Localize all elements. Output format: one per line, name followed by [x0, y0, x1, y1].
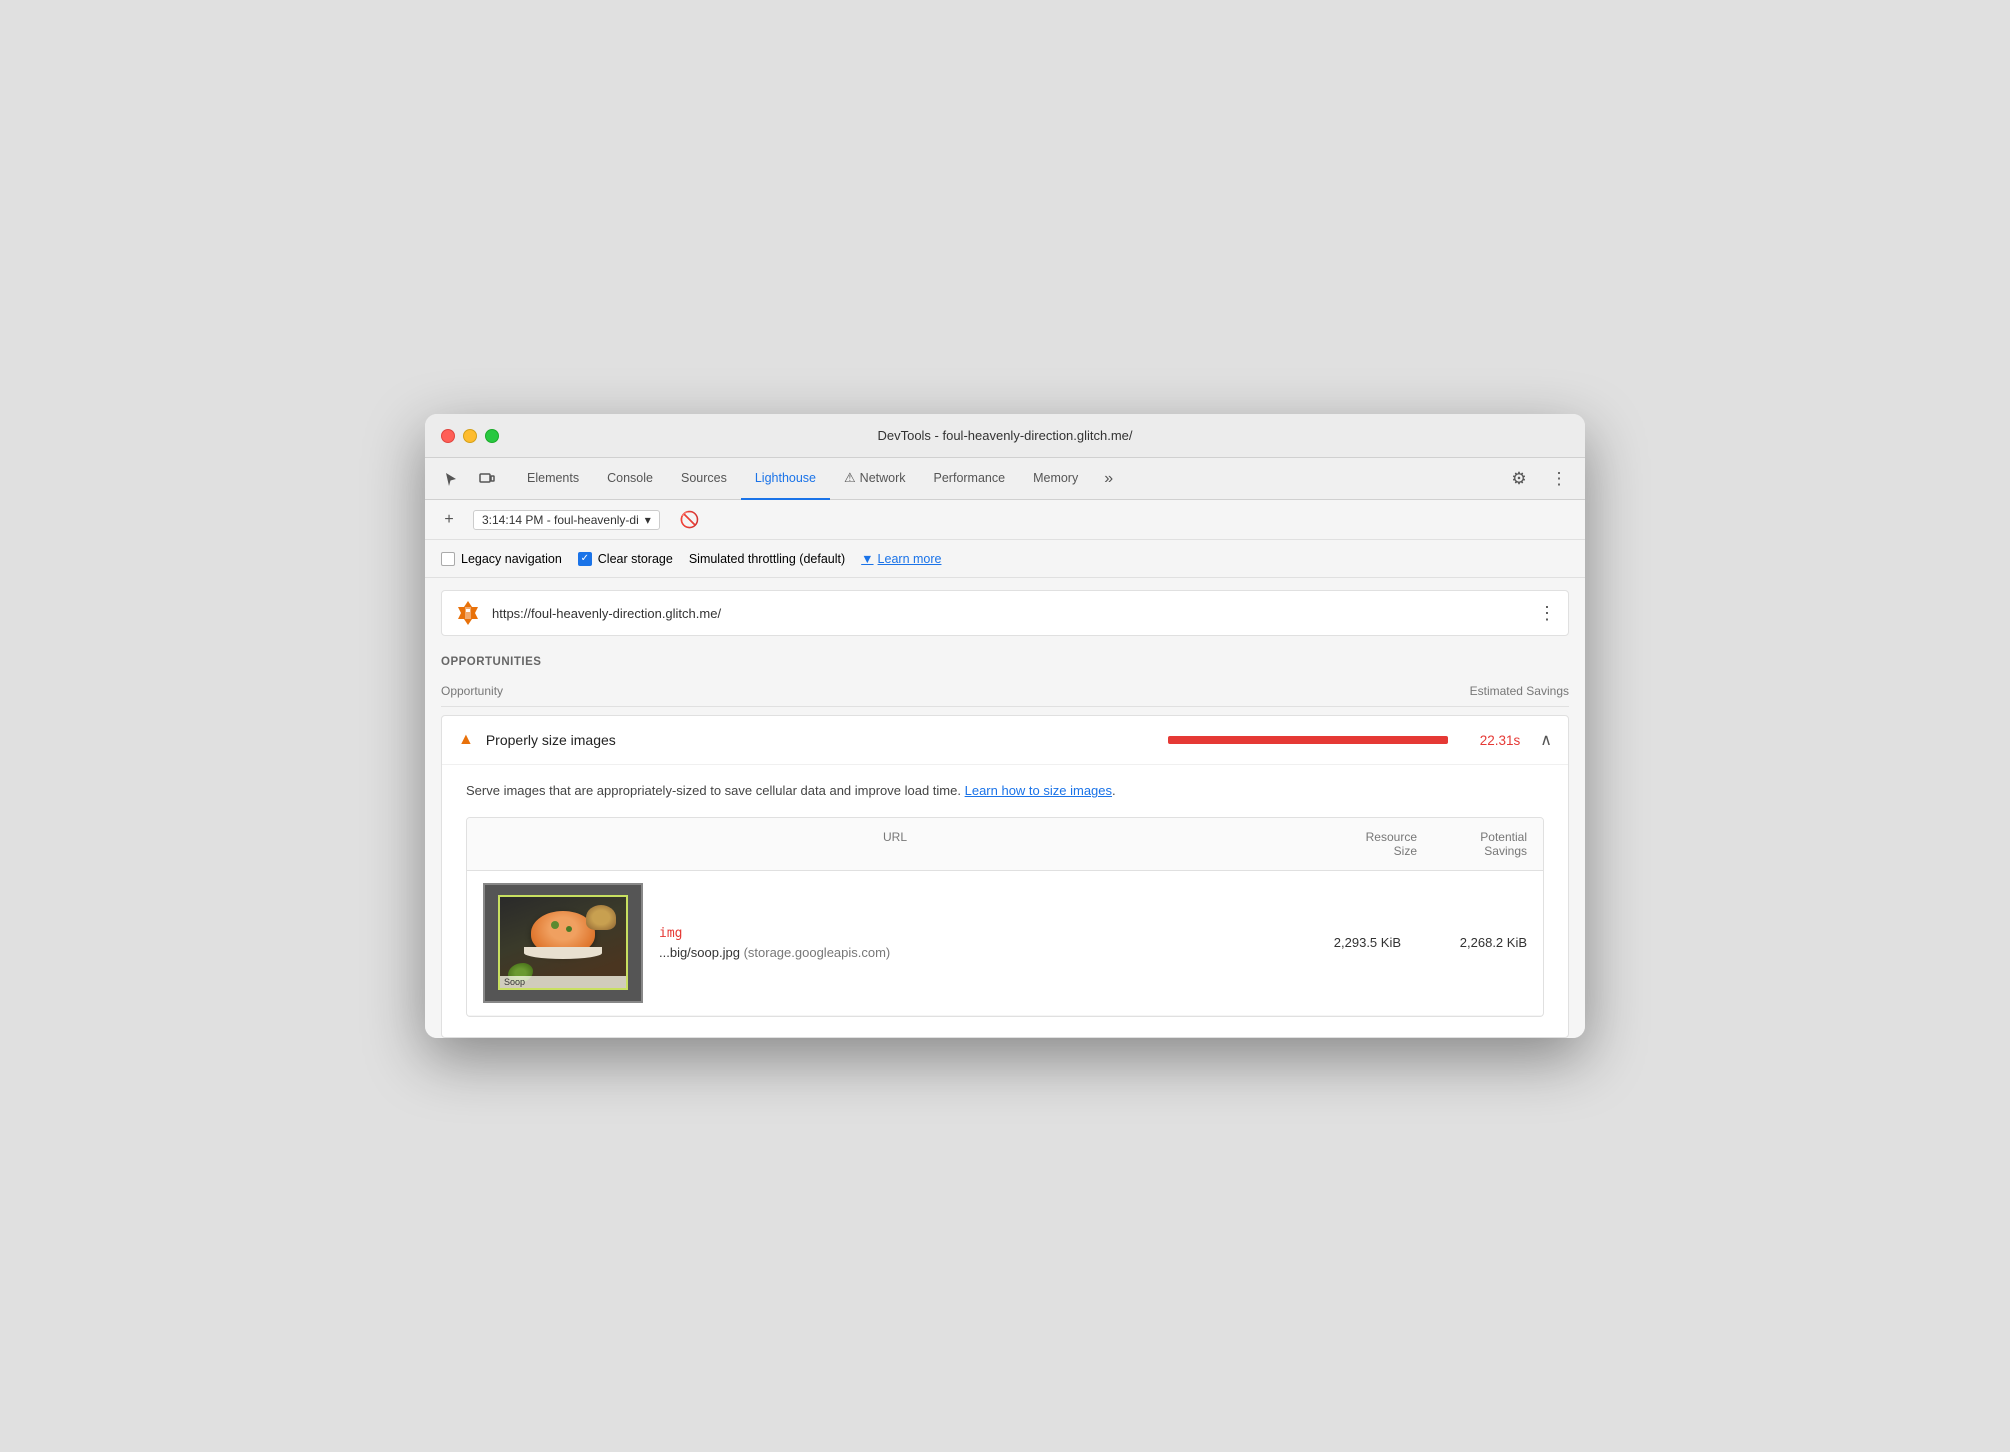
url-cell: img ...big/soop.jpg (storage.googleapis.…	[659, 926, 1275, 960]
resource-image-preview: Soop	[483, 883, 643, 1003]
tab-lighthouse[interactable]: Lighthouse	[741, 458, 830, 500]
tab-performance[interactable]: Performance	[920, 458, 1020, 500]
maximize-button[interactable]	[485, 429, 499, 443]
tab-bar: Elements Console Sources Lighthouse ⚠ Ne…	[425, 458, 1585, 500]
warning-triangle-icon: ▲	[458, 731, 474, 749]
col-url: URL	[483, 830, 1307, 858]
tab-icon-group	[437, 465, 501, 493]
opportunities-header: OPPORTUNITIES	[441, 648, 1569, 680]
col-resource-size: ResourceSize	[1307, 830, 1417, 858]
col-potential-savings: PotentialSavings	[1417, 830, 1527, 858]
clear-storage-checkbox[interactable]	[578, 552, 592, 566]
session-selector[interactable]: 3:14:14 PM - foul-heavenly-di ▾	[473, 510, 660, 530]
resource-url: ...big/soop.jpg (storage.googleapis.com)	[659, 945, 1275, 960]
minimize-button[interactable]	[463, 429, 477, 443]
legacy-navigation-checkbox[interactable]	[441, 552, 455, 566]
clear-storage-group: Clear storage	[578, 552, 673, 566]
clear-storage-label: Clear storage	[598, 552, 673, 566]
lighthouse-logo-icon	[454, 599, 482, 627]
image-cell: Soop	[483, 883, 643, 1003]
settings-button[interactable]: ⚙	[1505, 465, 1533, 493]
tab-network[interactable]: ⚠ Network	[830, 458, 920, 500]
savings-value: 22.31s	[1460, 733, 1520, 748]
url-bar: https://foul-heavenly-direction.glitch.m…	[441, 590, 1569, 636]
title-bar: DevTools - foul-heavenly-direction.glitc…	[425, 414, 1585, 458]
opportunity-header-row: ▲ Properly size images 22.31s ∧	[442, 716, 1568, 764]
tab-memory[interactable]: Memory	[1019, 458, 1092, 500]
window-title: DevTools - foul-heavenly-direction.glitc…	[441, 428, 1569, 443]
col-opportunity: Opportunity	[441, 684, 1470, 698]
legacy-navigation-group: Legacy navigation	[441, 552, 562, 566]
throttling-label: Simulated throttling (default)	[689, 552, 845, 566]
opportunity-item-properly-size-images: ▲ Properly size images 22.31s ∧ Serve im…	[441, 715, 1569, 1038]
options-bar: Legacy navigation Clear storage Simulate…	[425, 540, 1585, 578]
more-tabs-button[interactable]: »	[1096, 470, 1121, 488]
legacy-navigation-label: Legacy navigation	[461, 552, 562, 566]
throttling-group: Simulated throttling (default)	[689, 552, 845, 566]
table-row: Soop img ...big/soop.jpg (storage.google…	[467, 871, 1543, 1016]
detail-table-header: URL ResourceSize PotentialSavings	[467, 818, 1543, 871]
session-dropdown-icon: ▾	[645, 513, 651, 527]
device-toolbar-icon[interactable]	[473, 465, 501, 493]
url-menu-button[interactable]: ⋮	[1538, 603, 1556, 624]
tab-sources[interactable]: Sources	[667, 458, 741, 500]
close-button[interactable]	[441, 429, 455, 443]
learn-how-link[interactable]: Learn how to size images	[965, 783, 1112, 798]
savings-bar-container: 22.31s	[1160, 733, 1520, 748]
resource-tag: img	[659, 926, 1275, 941]
audit-url: https://foul-heavenly-direction.glitch.m…	[492, 606, 1528, 621]
delete-session-button[interactable]: 🚫	[680, 510, 700, 530]
learn-more-link[interactable]: ▼ Learn more	[861, 552, 941, 566]
traffic-lights	[441, 429, 499, 443]
image-caption: Soop	[500, 976, 626, 988]
session-label: 3:14:14 PM - foul-heavenly-di	[482, 513, 639, 527]
opportunities-table-header: Opportunity Estimated Savings	[441, 680, 1569, 707]
dropdown-arrow-icon: ▼	[861, 552, 873, 566]
resource-size-cell: 2,293.5 KiB	[1291, 935, 1401, 950]
cursor-icon[interactable]	[437, 465, 465, 493]
detail-table: URL ResourceSize PotentialSavings	[466, 817, 1544, 1017]
devtools-menu-button[interactable]: ⋮	[1545, 465, 1573, 493]
potential-savings-cell: 2,268.2 KiB	[1417, 935, 1527, 950]
devtools-window: DevTools - foul-heavenly-direction.glitc…	[425, 414, 1585, 1038]
add-session-button[interactable]: +	[437, 508, 461, 532]
detail-description: Serve images that are appropriately-size…	[466, 781, 1544, 801]
opportunity-detail: Serve images that are appropriately-size…	[442, 764, 1568, 1037]
tab-actions: ⚙ ⋮	[1505, 465, 1573, 493]
collapse-button[interactable]: ∧	[1540, 730, 1552, 750]
col-savings: Estimated Savings	[1470, 684, 1569, 698]
tab-console[interactable]: Console	[593, 458, 667, 500]
savings-bar	[1168, 736, 1448, 744]
opportunities-section: OPPORTUNITIES Opportunity Estimated Savi…	[425, 648, 1585, 1038]
network-warning-icon: ⚠	[844, 470, 856, 486]
content-area: https://foul-heavenly-direction.glitch.m…	[425, 590, 1585, 1038]
tab-elements[interactable]: Elements	[513, 458, 593, 500]
opportunity-title: Properly size images	[486, 732, 1148, 748]
toolbar: + 3:14:14 PM - foul-heavenly-di ▾ 🚫	[425, 500, 1585, 540]
